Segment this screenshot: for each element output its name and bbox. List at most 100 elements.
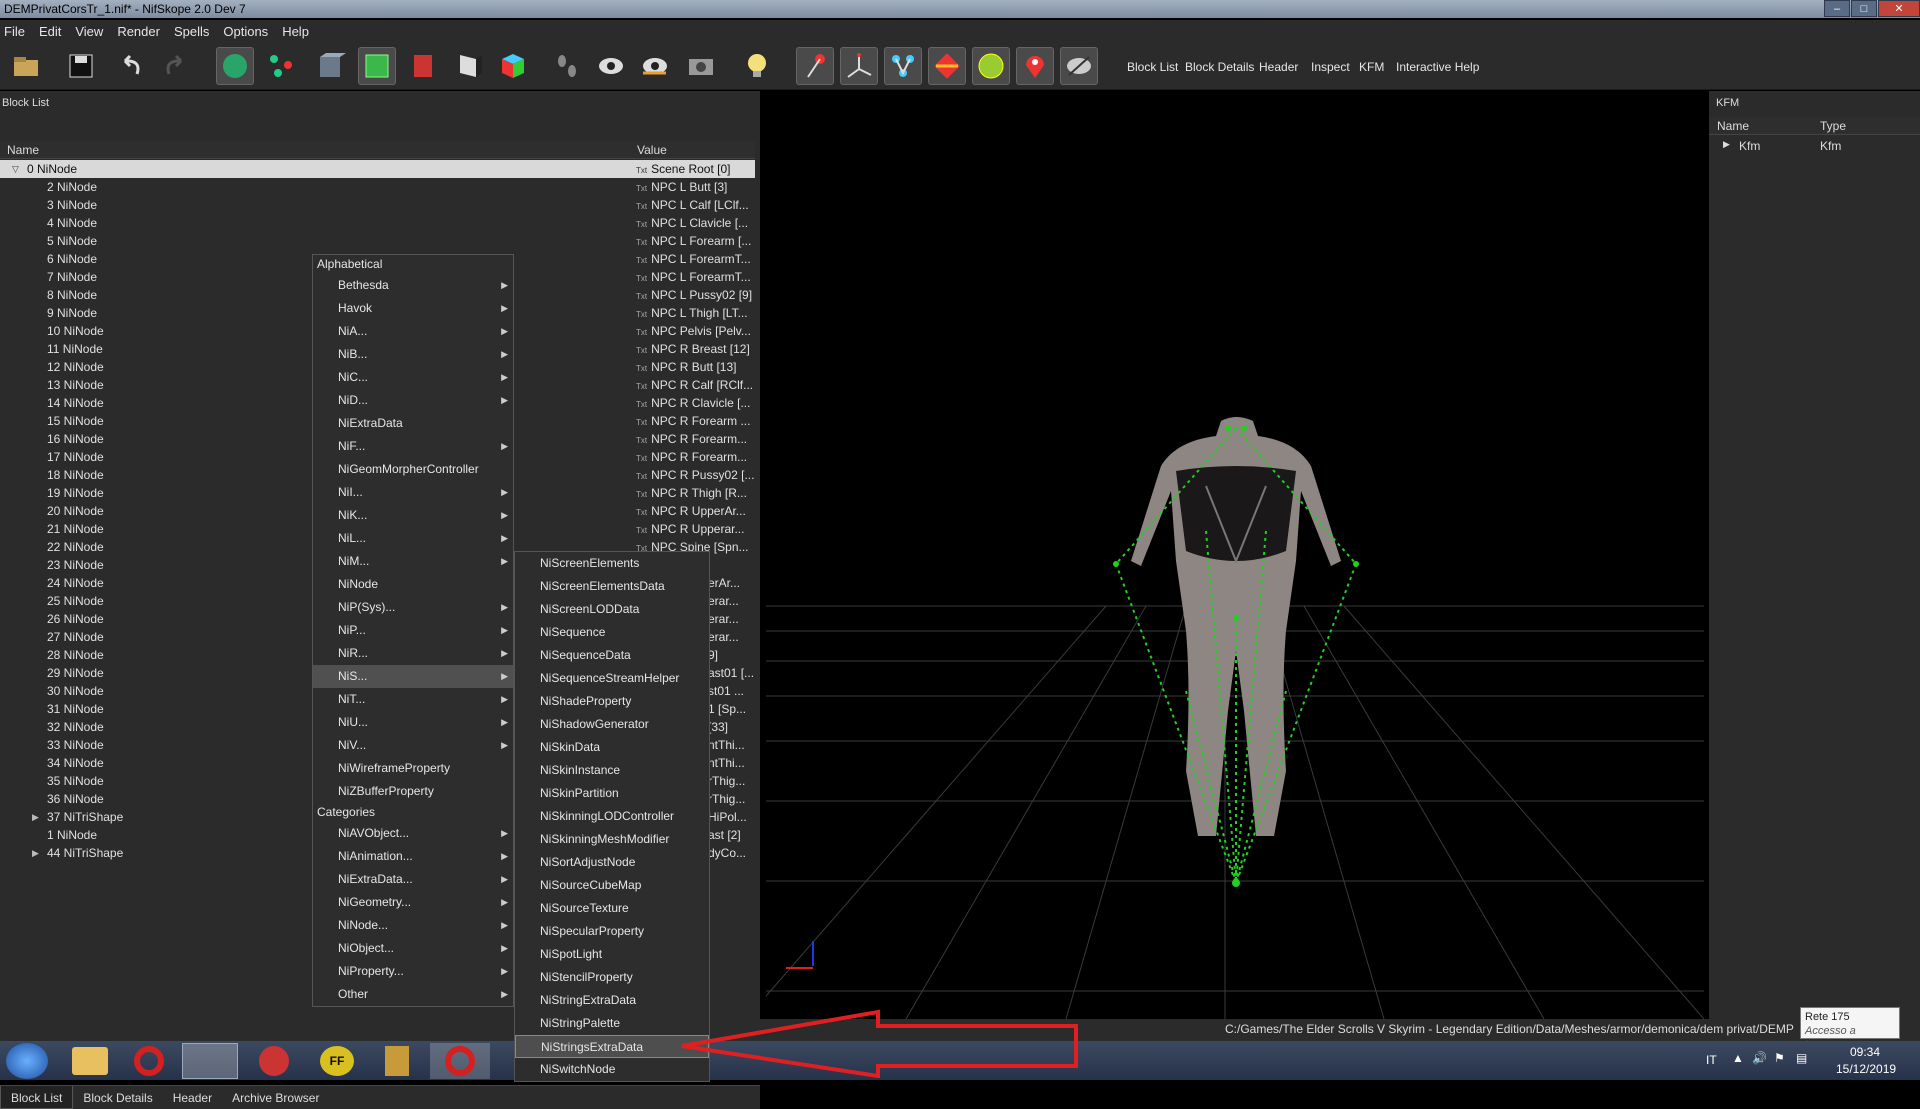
select-object-icon[interactable] <box>216 47 254 85</box>
view-front-icon[interactable] <box>358 47 396 85</box>
menu-item[interactable]: NiSkinningLODController <box>515 805 709 828</box>
menu-item[interactable]: NiF... ▶ <box>313 435 513 458</box>
menu-item[interactable]: NiSortAdjustNode <box>515 851 709 874</box>
menu-item[interactable]: NiR... ▶ <box>313 642 513 665</box>
menu-item[interactable]: NiU... ▶ <box>313 711 513 734</box>
nifskope-task[interactable] <box>182 1043 238 1079</box>
tab-block-list[interactable]: Block List <box>0 1086 74 1109</box>
toolbar-inspect[interactable]: Inspect <box>1311 60 1350 74</box>
select-vertex-icon[interactable] <box>262 47 300 85</box>
menu-item[interactable]: NiSourceCubeMap <box>515 874 709 897</box>
start-icon[interactable] <box>6 1043 48 1079</box>
menu-item[interactable]: Havok ▶ <box>313 297 513 320</box>
menu-item[interactable]: NiD... ▶ <box>313 389 513 412</box>
menu-item[interactable]: NiM... ▶ <box>313 550 513 573</box>
menu-item[interactable]: Bethesda ▶ <box>313 274 513 297</box>
expand-icon[interactable]: ▶ <box>32 808 39 826</box>
toolbar-interactive-help[interactable]: Interactive Help <box>1396 60 1479 74</box>
menu-item[interactable]: NiZBufferProperty <box>313 780 513 803</box>
opera-icon[interactable] <box>134 1046 164 1076</box>
menu-item[interactable]: NiSequenceStreamHelper <box>515 667 709 690</box>
menu-item[interactable]: NiScreenElements <box>515 552 709 575</box>
menu-item[interactable]: NiScreenLODData <box>515 598 709 621</box>
menu-item[interactable]: NiProperty... ▶ <box>313 960 513 983</box>
kfm-type-header[interactable]: Type <box>1820 119 1846 133</box>
ffdec-icon[interactable]: FF <box>320 1046 354 1076</box>
menu-item[interactable]: NiC... ▶ <box>313 366 513 389</box>
eye-icon[interactable] <box>592 47 630 85</box>
menu-item[interactable]: NiGeometry... ▶ <box>313 891 513 914</box>
pin-icon[interactable] <box>796 47 834 85</box>
toolbar-header[interactable]: Header <box>1259 60 1298 74</box>
menu-item[interactable]: NiA... ▶ <box>313 320 513 343</box>
clock-time[interactable]: 09:34 <box>1850 1045 1880 1059</box>
menu-item[interactable]: NiAnimation... ▶ <box>313 845 513 868</box>
collision-icon[interactable] <box>928 47 966 85</box>
menu-item[interactable]: NiS... ▶ <box>313 665 513 688</box>
menu-item[interactable]: NiSkinData <box>515 736 709 759</box>
view-user-icon[interactable] <box>450 47 488 85</box>
toolbar-kfm[interactable]: KFM <box>1359 60 1384 74</box>
expand-icon[interactable]: ▽ <box>12 160 19 178</box>
menu-item[interactable]: NiB... ▶ <box>313 343 513 366</box>
volume-icon[interactable]: 🔊 <box>1752 1051 1767 1065</box>
kfm-row[interactable]: ▶ Kfm Kfm <box>1709 137 1920 155</box>
undo-icon[interactable] <box>112 47 150 85</box>
menu-item[interactable]: NiAVObject... ▶ <box>313 822 513 845</box>
menu-item[interactable]: NiSkinningMeshModifier <box>515 828 709 851</box>
table-row[interactable]: 5 NiNode Txt NPC L Forearm [... <box>0 232 755 250</box>
menu-item[interactable]: NiStencilProperty <box>515 966 709 989</box>
eye-toggle-icon[interactable] <box>636 47 674 85</box>
render-viewport[interactable] <box>766 91 1704 1019</box>
menu-item[interactable]: NiShadeProperty <box>515 690 709 713</box>
opera-task[interactable] <box>430 1043 490 1079</box>
menu-item[interactable]: NiSequenceData <box>515 644 709 667</box>
menu-item[interactable]: NiWireframeProperty <box>313 757 513 780</box>
menu-item[interactable]: NiT... ▶ <box>313 688 513 711</box>
menu-item[interactable]: NiSkinInstance <box>515 759 709 782</box>
tab-block-details[interactable]: Block Details <box>73 1086 162 1109</box>
lightbulb-icon[interactable] <box>738 47 776 85</box>
hidden-icon[interactable] <box>1060 47 1098 85</box>
menu-item[interactable]: Other ▶ <box>313 983 513 1006</box>
menu-item[interactable]: NiSpotLight <box>515 943 709 966</box>
menu-item[interactable]: NiSkinPartition <box>515 782 709 805</box>
menu-render[interactable]: Render <box>117 24 160 39</box>
menu-item[interactable]: NiObject... ▶ <box>313 937 513 960</box>
table-row[interactable]: 4 NiNode Txt NPC L Clavicle [... <box>0 214 755 232</box>
menu-item[interactable]: NiI... ▶ <box>313 481 513 504</box>
network-icon[interactable]: ▤ <box>1796 1051 1807 1065</box>
menu-item[interactable]: NiP... ▶ <box>313 619 513 642</box>
menu-item[interactable]: NiP(Sys)... ▶ <box>313 596 513 619</box>
value-column-header[interactable]: Value <box>637 143 667 157</box>
marker-icon[interactable] <box>1016 47 1054 85</box>
menu-item[interactable]: NiShadowGenerator <box>515 713 709 736</box>
save-icon[interactable] <box>62 47 100 85</box>
view-side-icon[interactable] <box>404 47 442 85</box>
screenshot-icon[interactable] <box>682 47 720 85</box>
toolbar-block-list[interactable]: Block List <box>1127 60 1178 74</box>
menu-item[interactable]: NiGeomMorpherController <box>313 458 513 481</box>
clock-date[interactable]: 15/12/2019 <box>1836 1062 1896 1076</box>
minimize-button[interactable]: – <box>1824 0 1850 17</box>
table-row[interactable]: 3 NiNode Txt NPC L Calf [LClf... <box>0 196 755 214</box>
menu-item[interactable]: NiSourceTexture <box>515 897 709 920</box>
explorer-icon[interactable] <box>72 1047 108 1075</box>
constraint-icon[interactable] <box>972 47 1010 85</box>
menu-item[interactable]: NiV... ▶ <box>313 734 513 757</box>
menu-options[interactable]: Options <box>223 24 268 39</box>
bethesda-icon[interactable] <box>385 1046 409 1076</box>
name-column-header[interactable]: Name <box>7 143 39 157</box>
skeleton-icon[interactable] <box>884 47 922 85</box>
close-button[interactable]: ✕ <box>1878 0 1920 17</box>
kfm-name-header[interactable]: Name <box>1717 119 1749 133</box>
expand-icon[interactable]: ▶ <box>32 844 39 862</box>
menu-item[interactable]: NiScreenElementsData <box>515 575 709 598</box>
menu-help[interactable]: Help <box>282 24 309 39</box>
view-perspective-icon[interactable] <box>494 47 532 85</box>
open-icon[interactable] <box>8 47 46 85</box>
menu-item[interactable]: NiSequence <box>515 621 709 644</box>
axes-icon[interactable] <box>840 47 878 85</box>
toolbar-block-details[interactable]: Block Details <box>1185 60 1254 74</box>
expand-icon[interactable]: ▶ <box>1723 139 1730 150</box>
